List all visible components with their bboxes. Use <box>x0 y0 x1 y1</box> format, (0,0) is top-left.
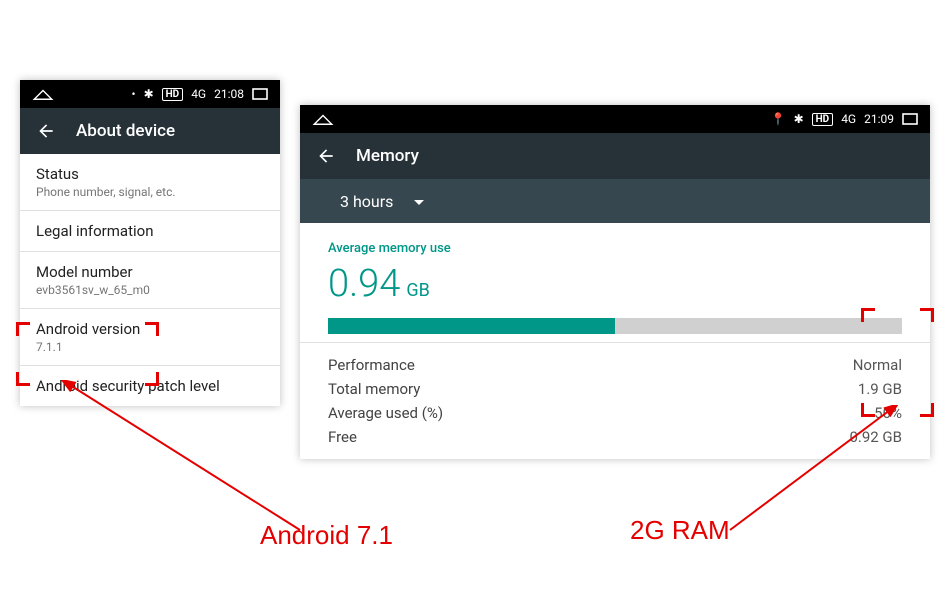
dropdown-value: 3 hours <box>340 192 393 211</box>
toolbar: Memory <box>300 133 930 179</box>
item-sub: Phone number, signal, etc. <box>36 185 264 199</box>
item-sub: evb3561sv_w_65_m0 <box>36 283 264 297</box>
clock: 21:08 <box>214 87 244 101</box>
toolbar: About device <box>20 108 280 154</box>
chevron-down-icon <box>413 192 425 211</box>
clock: 21:09 <box>864 112 894 126</box>
item-sub: 7.1.1 <box>36 340 264 354</box>
hd-badge: HD <box>162 88 184 101</box>
stat-value: 0.92 GB <box>849 428 902 446</box>
hd-badge: HD <box>812 113 834 126</box>
stat-value: 50% <box>874 404 902 422</box>
value-number: 0.94 <box>328 262 400 306</box>
item-label: Status <box>36 165 264 183</box>
row-average-used[interactable]: Average used (%) 50% <box>328 401 902 425</box>
stat-value: Normal <box>853 356 902 374</box>
item-model[interactable]: Model number evb3561sv_w_65_m0 <box>20 252 280 309</box>
item-status[interactable]: Status Phone number, signal, etc. <box>20 154 280 211</box>
annotation-ram-label: 2G RAM <box>630 515 730 546</box>
annotation-android-label: Android 7.1 <box>260 520 393 551</box>
memory-screen: 📍 ✱ HD 4G 21:09 Memory 3 hours Average m… <box>300 105 930 459</box>
recent-apps-icon <box>252 88 268 100</box>
page-title: About device <box>76 121 175 141</box>
stat-label: Average used (%) <box>328 404 443 422</box>
row-total-memory[interactable]: Total memory 1.9 GB <box>328 377 902 401</box>
item-legal[interactable]: Legal information <box>20 211 280 252</box>
row-performance[interactable]: Performance Normal <box>328 353 902 377</box>
stat-value: 1.9 GB <box>858 380 902 398</box>
item-label: Android version <box>36 320 264 338</box>
stat-label: Performance <box>328 356 415 374</box>
location-icon: 📍 <box>771 112 786 126</box>
stat-label: Total memory <box>328 380 420 398</box>
item-security-patch[interactable]: Android security patch level <box>20 366 280 406</box>
page-title: Memory <box>356 146 419 166</box>
item-label: Model number <box>36 263 264 281</box>
home-icon <box>312 112 334 126</box>
recent-apps-icon <box>902 113 918 125</box>
back-icon[interactable] <box>316 146 336 166</box>
memory-body: Average memory use 0.94 GB Performance N… <box>300 223 930 459</box>
item-android-version[interactable]: Android version 7.1.1 <box>20 309 280 366</box>
about-device-screen: • ✱ HD 4G 21:08 About device Status Phon… <box>20 80 280 406</box>
progress-fill <box>328 318 615 334</box>
row-free[interactable]: Free 0.92 GB <box>328 425 902 449</box>
home-icon <box>32 87 54 101</box>
status-bar: • ✱ HD 4G 21:08 <box>20 80 280 108</box>
location-icon: • <box>132 87 136 101</box>
network-indicator: 4G <box>191 87 206 101</box>
status-bar: 📍 ✱ HD 4G 21:09 <box>300 105 930 133</box>
network-indicator: 4G <box>841 112 856 126</box>
bluetooth-icon: ✱ <box>794 112 804 126</box>
divider <box>300 342 930 343</box>
time-range-dropdown[interactable]: 3 hours <box>300 179 930 223</box>
avg-memory-label: Average memory use <box>328 241 902 256</box>
item-label: Android security patch level <box>36 377 264 395</box>
avg-memory-value: 0.94 GB <box>328 262 902 306</box>
value-unit: GB <box>406 280 429 301</box>
back-icon[interactable] <box>36 121 56 141</box>
item-label: Legal information <box>36 222 264 240</box>
memory-progress-bar <box>328 318 902 334</box>
stat-label: Free <box>328 428 357 446</box>
bluetooth-icon: ✱ <box>144 87 154 101</box>
